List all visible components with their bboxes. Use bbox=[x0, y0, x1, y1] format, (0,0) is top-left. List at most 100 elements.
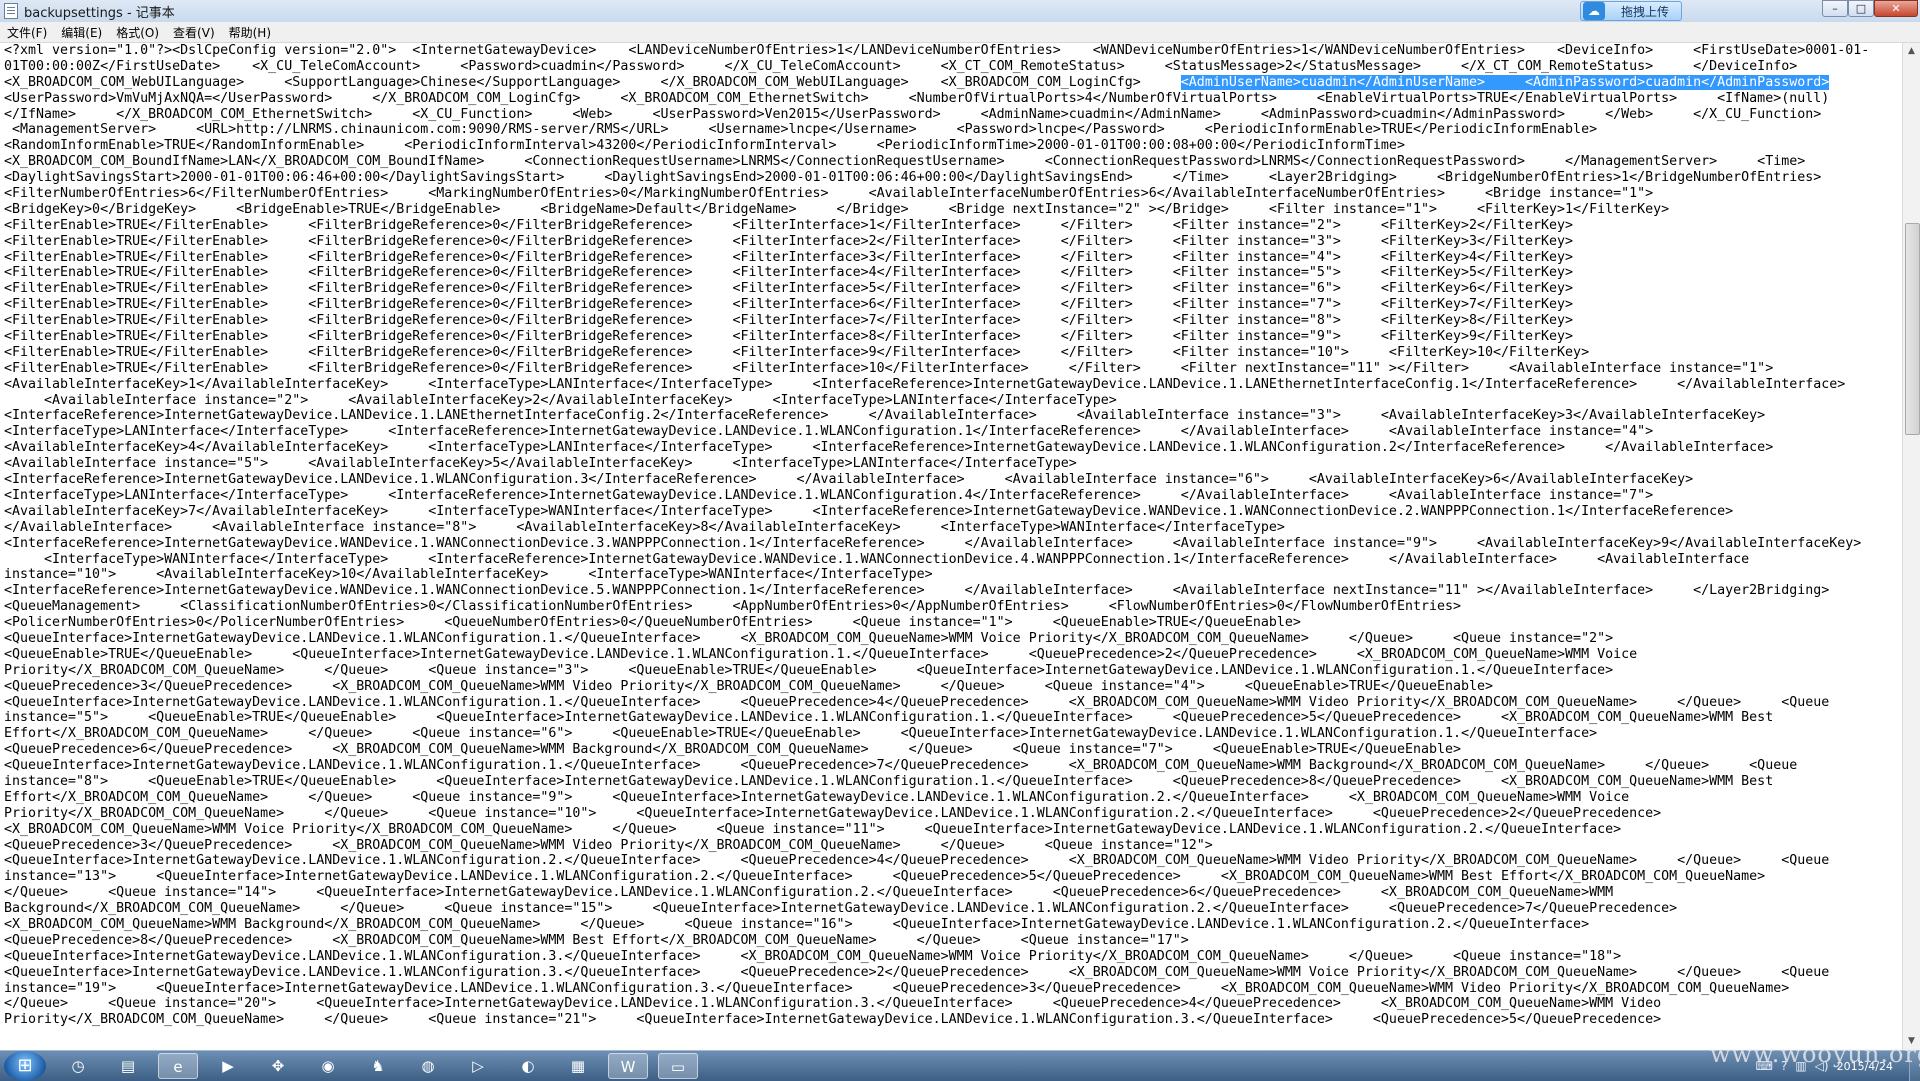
text-line: <?xml version="1.0"?><DslCpeConfig versi… bbox=[4, 43, 1870, 58]
close-button[interactable]: ✕ bbox=[1874, 0, 1918, 17]
text-line: Priority</X_BROADCOM_COM_QueueName> </Qu… bbox=[4, 1012, 1662, 1028]
text-line: <QueueInterface>InternetGatewayDevice.LA… bbox=[4, 964, 1830, 980]
chrome-icon[interactable]: ◉ bbox=[308, 1053, 348, 1079]
text-line: Priority</X_BROADCOM_COM_QueueName> </Qu… bbox=[4, 805, 1662, 821]
text-line: <AvailableInterfaceKey>1</AvailableInter… bbox=[4, 376, 1846, 392]
vertical-scrollbar[interactable]: ▲ ▼ bbox=[1902, 43, 1920, 1050]
text-line: <FilterEnable>TRUE</FilterEnable> <Filte… bbox=[4, 233, 1574, 249]
text-line: Priority</X_BROADCOM_COM_QueueName> </Qu… bbox=[4, 662, 1614, 678]
text-line: <QueuePrecedence>3</QueuePrecedence> <X_… bbox=[4, 678, 1494, 694]
text-line: <QueuePrecedence>3</QueuePrecedence> <X_… bbox=[4, 837, 1213, 853]
text-line: <InterfaceReference>InternetGatewayDevic… bbox=[4, 408, 1766, 424]
text-line: <AvailableInterface instance="2"> <Avail… bbox=[4, 392, 1117, 408]
text-line: <AvailableInterfaceKey>7</AvailableInter… bbox=[4, 503, 1734, 519]
text-line: </Queue> <Queue instance="20"> <QueueInt… bbox=[4, 996, 1662, 1012]
text-line: Effort</X_BROADCOM_COM_QueueName> </Queu… bbox=[4, 726, 1598, 742]
cloud-upload-icon: ☁ bbox=[1583, 2, 1605, 20]
internet-explorer-icon[interactable]: e bbox=[158, 1053, 198, 1079]
text-line: <FilterEnable>TRUE</FilterEnable> <Filte… bbox=[4, 249, 1574, 265]
text-line: <FilterEnable>TRUE</FilterEnable> <Filte… bbox=[4, 344, 1590, 360]
text-line: </AvailableInterface> <AvailableInterfac… bbox=[4, 519, 1285, 535]
scroll-up-icon[interactable]: ▲ bbox=[1903, 43, 1920, 60]
text-line: <FilterEnable>TRUE</FilterEnable> <Filte… bbox=[4, 281, 1574, 297]
text-line: instance="13"> <QueueInterface>InternetG… bbox=[4, 869, 1766, 885]
text-line: <FilterEnable>TRUE</FilterEnable> <Filte… bbox=[4, 360, 1774, 376]
maximize-button[interactable]: □ bbox=[1848, 0, 1874, 17]
network-app-icon[interactable]: ✥ bbox=[258, 1053, 298, 1079]
text-segment: <X_BROADCOM_COM_WebUILanguage> <SupportL… bbox=[4, 74, 1181, 90]
text-line: <QueuePrecedence>6</QueuePrecedence> <X_… bbox=[4, 742, 1461, 758]
window-controls: – □ ✕ bbox=[1822, 0, 1918, 18]
text-line: instance="10"> <AvailableInterfaceKey>10… bbox=[4, 567, 933, 583]
menu-help[interactable]: 帮助(H) bbox=[222, 24, 278, 41]
text-line: <InterfaceReference>InternetGatewayDevic… bbox=[4, 535, 1862, 551]
menu-edit[interactable]: 编辑(E) bbox=[54, 24, 109, 41]
text-line: <InterfaceType>LANInterface</InterfaceTy… bbox=[4, 424, 1654, 440]
minimize-button[interactable]: – bbox=[1822, 0, 1848, 17]
text-line: <FilterEnable>TRUE</FilterEnable> <Filte… bbox=[4, 217, 1574, 233]
text-line: <QueueInterface>InternetGatewayDevice.LA… bbox=[4, 694, 1830, 710]
text-line: <FilterEnable>TRUE</FilterEnable> <Filte… bbox=[4, 313, 1574, 329]
text-line: <QueueEnable>TRUE</QueueEnable> <QueueIn… bbox=[4, 646, 1638, 662]
menu-file[interactable]: 文件(F) bbox=[0, 24, 54, 41]
color-app-icon[interactable]: ◍ bbox=[408, 1053, 448, 1079]
text-line: </IfName> </X_BROADCOM_COM_EthernetSwitc… bbox=[4, 106, 1822, 122]
text-line: <X_BROADCOM_COM_QueueName>WMM Background… bbox=[4, 916, 1590, 932]
text-line: </Queue> <Queue instance="14"> <QueueInt… bbox=[4, 885, 1614, 901]
text-line: <QueuePrecedence>8</QueuePrecedence> <X_… bbox=[4, 932, 1189, 948]
text-line: instance="5"> <QueueEnable>TRUE</QueueEn… bbox=[4, 710, 1774, 726]
clock-app-icon[interactable]: ◷ bbox=[58, 1053, 98, 1079]
text-line: <BridgeKey>0</BridgeKey> <BridgeEnable>T… bbox=[4, 201, 1670, 217]
text-line: <FilterNumberOfEntries>6</FilterNumberOf… bbox=[4, 186, 1654, 202]
remote-app-icon[interactable]: ▦ bbox=[558, 1053, 598, 1079]
windows-orb-icon[interactable]: ⊞ bbox=[4, 1051, 46, 1081]
title-bar: backupsettings - 记事本 ☁ 拖拽上传 – □ ✕ bbox=[0, 0, 1920, 23]
text-line: Background</X_BROADCOM_COM_QueueName> </… bbox=[4, 901, 1678, 917]
upload-button-label: 拖拽上传 bbox=[1621, 4, 1670, 19]
text-editor[interactable]: <?xml version="1.0"?><DslCpeConfig versi… bbox=[0, 43, 1902, 1050]
word-icon[interactable]: W bbox=[608, 1053, 648, 1079]
text-line: <FilterEnable>TRUE</FilterEnable> <Filte… bbox=[4, 329, 1574, 345]
menu-format[interactable]: 格式(O) bbox=[109, 24, 166, 41]
text-line: Effort</X_BROADCOM_COM_QueueName> </Queu… bbox=[4, 789, 1630, 805]
text-line: 01T00:00:00Z</FirstUseDate> <X_CU_TeleCo… bbox=[4, 58, 1798, 74]
text-line: instance="8"> <QueueEnable>TRUE</QueueEn… bbox=[4, 773, 1774, 789]
text-line: <AvailableInterface instance="5"> <Avail… bbox=[4, 456, 1077, 472]
taskbar: ⊞ ◷ ▤ e ▶ ✥ ◉ ♞ ◍ ▷ ◐ ▦ W ▭ ⌨ ? ▥ ◁) 2015/4/24 bbox=[0, 1050, 1920, 1081]
play-app-icon[interactable]: ▷ bbox=[458, 1053, 498, 1079]
text-line: <UserPassword>VmVuMjAxNQA=</UserPassword… bbox=[4, 90, 1830, 106]
selected-text: <AdminUserName>cuadmin</AdminUserName> <… bbox=[1180, 74, 1830, 90]
text-line: <RandomInformEnable>TRUE</RandomInformEn… bbox=[4, 138, 1405, 154]
game-app-icon[interactable]: ♞ bbox=[358, 1053, 398, 1079]
notepad-icon[interactable]: ▭ bbox=[658, 1053, 698, 1079]
green-app-icon[interactable]: ◐ bbox=[508, 1053, 548, 1079]
notepad-icon bbox=[4, 3, 18, 19]
text-line: <InterfaceType>LANInterface</InterfaceTy… bbox=[4, 487, 1654, 503]
text-line: <QueueInterface>InternetGatewayDevice.LA… bbox=[4, 948, 1622, 964]
text-line: <QueueManagement> <ClassificationNumberO… bbox=[4, 599, 1461, 615]
explorer-icon[interactable]: ▤ bbox=[108, 1053, 148, 1079]
text-line: <FilterEnable>TRUE</FilterEnable> <Filte… bbox=[4, 297, 1574, 313]
text-line: <QueueInterface>InternetGatewayDevice.LA… bbox=[4, 758, 1798, 774]
text-line: <FilterEnable>TRUE</FilterEnable> <Filte… bbox=[4, 265, 1574, 281]
window-title: backupsettings - 记事本 bbox=[24, 5, 175, 21]
text-line: <PolicerNumberOfEntries>0</PolicerNumber… bbox=[4, 615, 1301, 631]
text-line: <QueueInterface>InternetGatewayDevice.LA… bbox=[4, 630, 1614, 646]
text-line: instance="19"> <QueueInterface>InternetG… bbox=[4, 980, 1790, 996]
text-line: <X_BROADCOM_COM_WebUILanguage> <SupportL… bbox=[0, 74, 1902, 91]
text-line: <X_BROADCOM_COM_BoundIfName>LAN</X_BROAD… bbox=[4, 154, 1806, 170]
text-line: <QueueInterface>InternetGatewayDevice.LA… bbox=[4, 853, 1830, 869]
text-line: <InterfaceType>WANInterface</InterfaceTy… bbox=[4, 551, 1750, 567]
text-line: <X_BROADCOM_COM_QueueName>WMM Voice Prio… bbox=[4, 821, 1622, 837]
text-line: <InterfaceReference>InternetGatewayDevic… bbox=[4, 472, 1694, 488]
scrollbar-thumb[interactable] bbox=[1905, 223, 1920, 435]
media-player-icon[interactable]: ▶ bbox=[208, 1053, 248, 1079]
watermark: www.wooyun.org bbox=[1710, 1040, 1920, 1068]
upload-button[interactable]: ☁ 拖拽上传 bbox=[1580, 1, 1682, 21]
menu-bar: 文件(F) 编辑(E) 格式(O) 查看(V) 帮助(H) bbox=[0, 22, 1920, 43]
text-line: <ManagementServer> <URL>http://LNRMS.chi… bbox=[4, 122, 1598, 138]
text-line: <AvailableInterfaceKey>4</AvailableInter… bbox=[4, 440, 1774, 456]
text-line: <DaylightSavingsStart>2000-01-01T00:06:4… bbox=[4, 170, 1822, 186]
text-line: <InterfaceReference>InternetGatewayDevic… bbox=[4, 583, 1830, 599]
menu-view[interactable]: 查看(V) bbox=[166, 24, 222, 41]
